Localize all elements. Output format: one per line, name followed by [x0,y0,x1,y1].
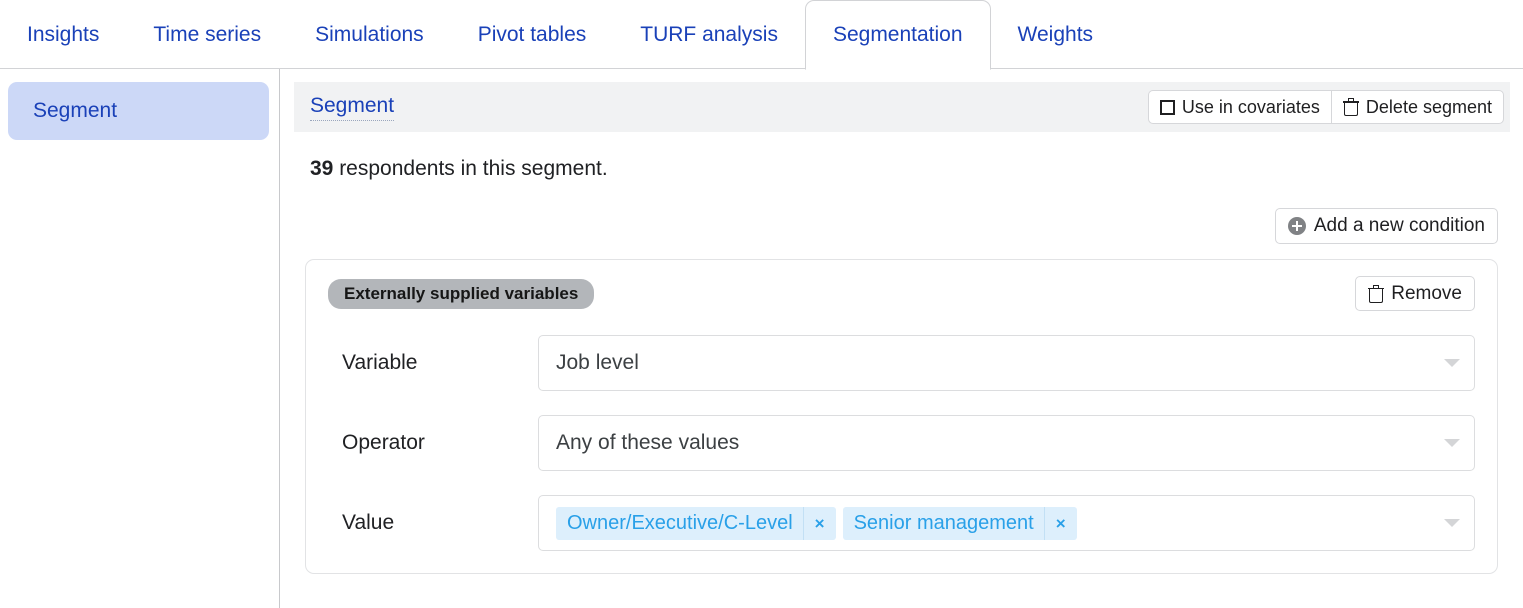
tab-list: Insights Time series Simulations Pivot t… [0,0,1120,70]
sidebar: Segment [0,69,280,608]
panel-header-actions: Use in covariates Delete segment [1147,90,1504,124]
trash-icon [1342,98,1359,116]
tab-label: Weights [1017,23,1094,46]
chip-label: Owner/Executive/C-Level [567,511,793,534]
tab-weights[interactable]: Weights [991,0,1120,69]
main-panel: Segment Use in covariates Delete segment… [280,69,1523,608]
tab-label: Simulations [315,23,424,46]
condition-card-header: Externally supplied variables Remove [328,276,1475,311]
field-row-value: Value Owner/Executive/C-Level × Senior m… [328,495,1475,551]
respondents-count: 39 [310,157,334,180]
tab-simulations[interactable]: Simulations [288,0,451,69]
delete-segment-label: Delete segment [1365,96,1492,117]
tab-label: Time series [153,23,262,46]
chevron-down-icon [1444,359,1460,367]
condition-card: Externally supplied variables Remove Var… [305,259,1498,574]
respondents-summary: 39 respondents in this segment. [310,157,1510,181]
chip-label: Senior management [853,511,1034,534]
operator-select[interactable]: Any of these values [538,415,1475,471]
content-area: Segment Segment Use in covariates Delete… [0,69,1523,608]
add-condition-row: Add a new condition [294,208,1510,244]
remove-label: Remove [1391,282,1462,304]
tab-pivot-tables[interactable]: Pivot tables [451,0,614,69]
segment-name-editable[interactable]: Segment [310,94,395,121]
operator-label: Operator [342,431,425,454]
condition-source-badge: Externally supplied variables [328,278,595,309]
value-multiselect[interactable]: Owner/Executive/C-Level × Senior managem… [538,495,1475,551]
variable-label: Variable [342,351,418,374]
use-in-covariates-button[interactable]: Use in covariates [1147,90,1331,124]
field-row-variable: Variable Job level [328,335,1475,391]
tab-bar: Insights Time series Simulations Pivot t… [0,0,1523,70]
tab-label: Insights [27,23,100,46]
use-in-covariates-label: Use in covariates [1181,96,1320,117]
value-chip-list: Owner/Executive/C-Level × Senior managem… [556,506,1434,540]
respondents-text: respondents in this segment. [333,157,608,180]
remove-condition-button[interactable]: Remove [1355,276,1475,311]
sidebar-item-label: Segment [33,99,118,122]
variable-select[interactable]: Job level [538,335,1475,391]
tab-label: TURF analysis [640,23,778,46]
tab-insights[interactable]: Insights [0,0,126,69]
tab-time-series[interactable]: Time series [126,0,288,69]
panel-header: Segment Use in covariates Delete segment [294,82,1510,132]
tab-label: Segmentation [832,23,963,46]
delete-segment-button[interactable]: Delete segment [1330,90,1504,124]
chip-remove-icon[interactable]: × [802,506,836,540]
chip-remove-icon[interactable]: × [1043,506,1077,540]
value-chip[interactable]: Owner/Executive/C-Level × [556,506,836,540]
trash-icon [1368,284,1385,303]
variable-value: Job level [556,351,639,374]
tab-turf-analysis[interactable]: TURF analysis [613,0,805,69]
operator-value: Any of these values [556,431,740,454]
field-row-operator: Operator Any of these values [328,415,1475,471]
add-condition-label: Add a new condition [1313,215,1485,236]
value-chip[interactable]: Senior management × [842,506,1077,540]
sidebar-item-segment[interactable]: Segment [8,82,269,140]
checkbox-unchecked-icon[interactable] [1159,99,1175,115]
chevron-down-icon [1444,519,1460,527]
value-label: Value [342,511,395,534]
add-new-condition-button[interactable]: Add a new condition [1274,208,1498,244]
tab-bar-divider [0,68,1523,69]
chevron-down-icon [1444,439,1460,447]
tab-label: Pivot tables [477,23,587,46]
tab-segmentation[interactable]: Segmentation [804,0,991,70]
plus-circle-icon [1287,217,1306,235]
